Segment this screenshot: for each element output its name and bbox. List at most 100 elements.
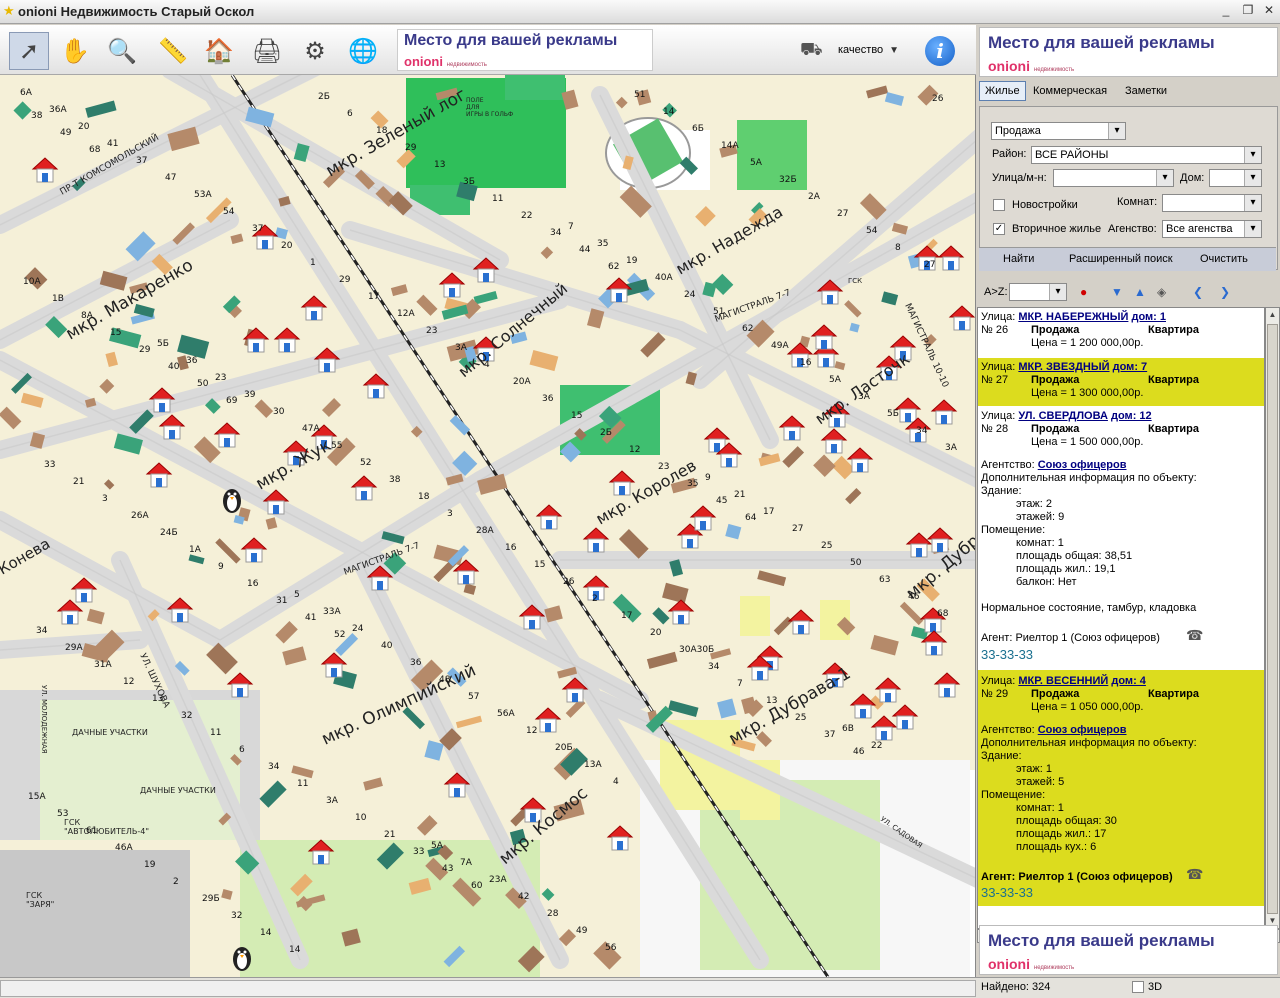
- building-number: 16: [800, 358, 812, 368]
- ad-title: Место для вашей рекламы: [988, 931, 1215, 950]
- building-number: 5А: [750, 158, 763, 168]
- map-label-dachnye2: ДАЧНЫЕ УЧАСТКИ: [140, 786, 216, 795]
- building-number: 54: [866, 226, 878, 236]
- building-number: 33: [44, 460, 55, 470]
- forward-icon[interactable]: ❯: [1220, 285, 1230, 299]
- list-item[interactable]: Улица: МКР. НАБЕРЕЖНЫЙ дом: 1 № 26 Прода…: [978, 311, 1264, 357]
- web-tool-button[interactable]: 🌐: [343, 32, 383, 70]
- scroll-up-icon[interactable]: ▲: [1266, 308, 1279, 322]
- street-link[interactable]: МКР. ЗВЕЗДНЫЙ: [1018, 361, 1109, 373]
- right-panel: Место для вашей рекламы onioni недвижимо…: [977, 25, 1280, 977]
- list-item[interactable]: Улица: МКР. ЗВЕЗДНЫЙ дом: 7 № 27 Продажа…: [978, 358, 1264, 406]
- rooms-select[interactable]: [1162, 194, 1262, 212]
- building-number: 46: [853, 747, 865, 757]
- building-number: 36: [542, 394, 554, 404]
- house-link[interactable]: дом: 1: [1131, 311, 1166, 323]
- print-tool-button[interactable]: 🖨: [247, 32, 287, 70]
- back-icon[interactable]: ❮: [1193, 285, 1203, 299]
- tab-commercial[interactable]: Коммерческая: [1027, 81, 1113, 101]
- map-area: [0, 850, 190, 977]
- building-number: 8: [895, 243, 901, 253]
- secondary-housing-checkbox[interactable]: ✓: [993, 223, 1005, 235]
- sort-select[interactable]: [1009, 283, 1067, 301]
- restore-button[interactable]: ❐: [1239, 3, 1257, 19]
- advanced-search-button[interactable]: Расширенный поиск: [1069, 253, 1173, 265]
- house-link[interactable]: дом: 4: [1111, 675, 1146, 687]
- map-locate-icon[interactable]: ◈: [1157, 285, 1166, 299]
- house-link[interactable]: дом: 7: [1113, 361, 1148, 373]
- agency-select[interactable]: Все агенства: [1162, 220, 1262, 238]
- secondary-housing-label: Вторичное жилье: [1012, 223, 1102, 235]
- zoom-tool-button[interactable]: 🔍: [102, 32, 142, 70]
- home-tool-button[interactable]: 🏠: [199, 32, 239, 70]
- quality-icon: ⛟: [800, 39, 823, 59]
- map-canvas[interactable]: ПОЛЕ ДЛЯ ИГРЫ В ГОЛЬФмкр. Зеленый логмкр. …: [0, 25, 976, 977]
- chevron-down-icon[interactable]: ▼: [889, 45, 899, 56]
- building-number: 2А: [808, 192, 821, 202]
- new-buildings-checkbox[interactable]: [993, 199, 1005, 211]
- info-button[interactable]: i: [925, 36, 955, 66]
- agency-link[interactable]: Союз офицеров: [1038, 724, 1127, 736]
- street-link[interactable]: УЛ. СВЕРДЛОВА: [1018, 410, 1108, 422]
- map-view[interactable]: ПОЛЕ ДЛЯ ИГРЫ В ГОЛЬФ мкр. Зеленый лог мкр. …: [0, 25, 976, 977]
- building-number: 11: [297, 779, 308, 789]
- building-number: 20А: [513, 377, 531, 387]
- close-button[interactable]: ✕: [1260, 3, 1278, 19]
- phone-icon: ☎: [1186, 627, 1204, 643]
- find-button[interactable]: Найти: [1003, 253, 1034, 265]
- record-icon[interactable]: ●: [1080, 285, 1087, 299]
- panel-ad-top[interactable]: Место для вашей рекламы onioni недвижимо…: [979, 27, 1278, 77]
- minimize-button[interactable]: _: [1217, 3, 1235, 19]
- list-item[interactable]: Улица: УЛ. СВЕРДЛОВА дом: 12 № 28 Продаж…: [978, 408, 1264, 670]
- building-number: 47: [165, 173, 176, 183]
- map-area: [740, 596, 770, 636]
- building-number: 42: [518, 892, 529, 902]
- building-number: 64: [745, 513, 757, 523]
- penguin-icon[interactable]: [233, 947, 251, 971]
- building-number: 18: [376, 126, 388, 136]
- building-number: 24: [352, 624, 364, 634]
- tab-notes[interactable]: Заметки: [1119, 81, 1173, 101]
- ad-logo: onioni недвижимость: [404, 54, 487, 69]
- house-select[interactable]: [1209, 169, 1262, 187]
- results-list[interactable]: Улица: МКР. НАБЕРЕЖНЫЙ дом: 1 № 26 Прода…: [977, 307, 1265, 929]
- quality-label: качество: [838, 44, 884, 56]
- tab-bar: Жилье Коммерческая Заметки: [977, 79, 1280, 101]
- building-number: 25: [795, 713, 806, 723]
- street-link[interactable]: МКР. НАБЕРЕЖНЫЙ: [1018, 311, 1128, 323]
- results-scrollbar[interactable]: ▲ ▼: [1265, 307, 1280, 929]
- district-select[interactable]: ВСЕ РАЙОНЫ: [1031, 146, 1262, 164]
- street-link[interactable]: МКР. ВЕСЕННИЙ: [1018, 675, 1108, 687]
- panel-ad-bottom[interactable]: Место для вашей рекламы onioni недвижимо…: [979, 925, 1278, 975]
- measure-tool-button[interactable]: 📏: [153, 32, 193, 70]
- settings-tool-button[interactable]: ⚙: [295, 32, 335, 70]
- pointer-tool-button[interactable]: ➚: [9, 32, 49, 70]
- deal-type-select[interactable]: Продажа: [991, 122, 1126, 140]
- building-number: 17: [368, 292, 379, 302]
- ad-title: Место для вашей рекламы: [404, 32, 618, 49]
- building-number: 37: [252, 224, 263, 234]
- building-number: 38: [389, 475, 401, 485]
- building-number: 2Б: [600, 428, 612, 438]
- arrow-down-icon[interactable]: ▼: [1111, 285, 1123, 299]
- quality-control[interactable]: ⛟ качество ▼: [800, 39, 899, 61]
- street-select[interactable]: [1053, 169, 1174, 187]
- house-link[interactable]: дом: 12: [1111, 410, 1152, 422]
- building-number: 52: [360, 458, 371, 468]
- list-item[interactable]: Улица: МКР. ВЕСЕННИЙ дом: 4 № 29 Продажа…: [978, 670, 1264, 906]
- building-number: 63: [879, 575, 890, 585]
- ad-title: Место для вашей рекламы: [988, 33, 1215, 52]
- agency-link[interactable]: Союз офицеров: [1038, 459, 1127, 471]
- building-number: 32: [181, 711, 192, 721]
- building-number: 24Б: [160, 528, 178, 538]
- toolbar-ad-banner[interactable]: Место для вашей рекламы onioni недвижимо…: [397, 29, 653, 71]
- building-number: 41: [107, 139, 118, 149]
- building-number: 5Б: [157, 339, 169, 349]
- pan-tool-button[interactable]: ✋: [55, 32, 95, 70]
- 3d-checkbox[interactable]: [1132, 981, 1144, 993]
- tab-housing[interactable]: Жилье: [979, 81, 1026, 101]
- scroll-thumb[interactable]: [1267, 324, 1278, 914]
- arrow-up-icon[interactable]: ▲: [1134, 285, 1146, 299]
- penguin-icon[interactable]: [223, 489, 241, 513]
- clear-button[interactable]: Очистить: [1200, 253, 1248, 265]
